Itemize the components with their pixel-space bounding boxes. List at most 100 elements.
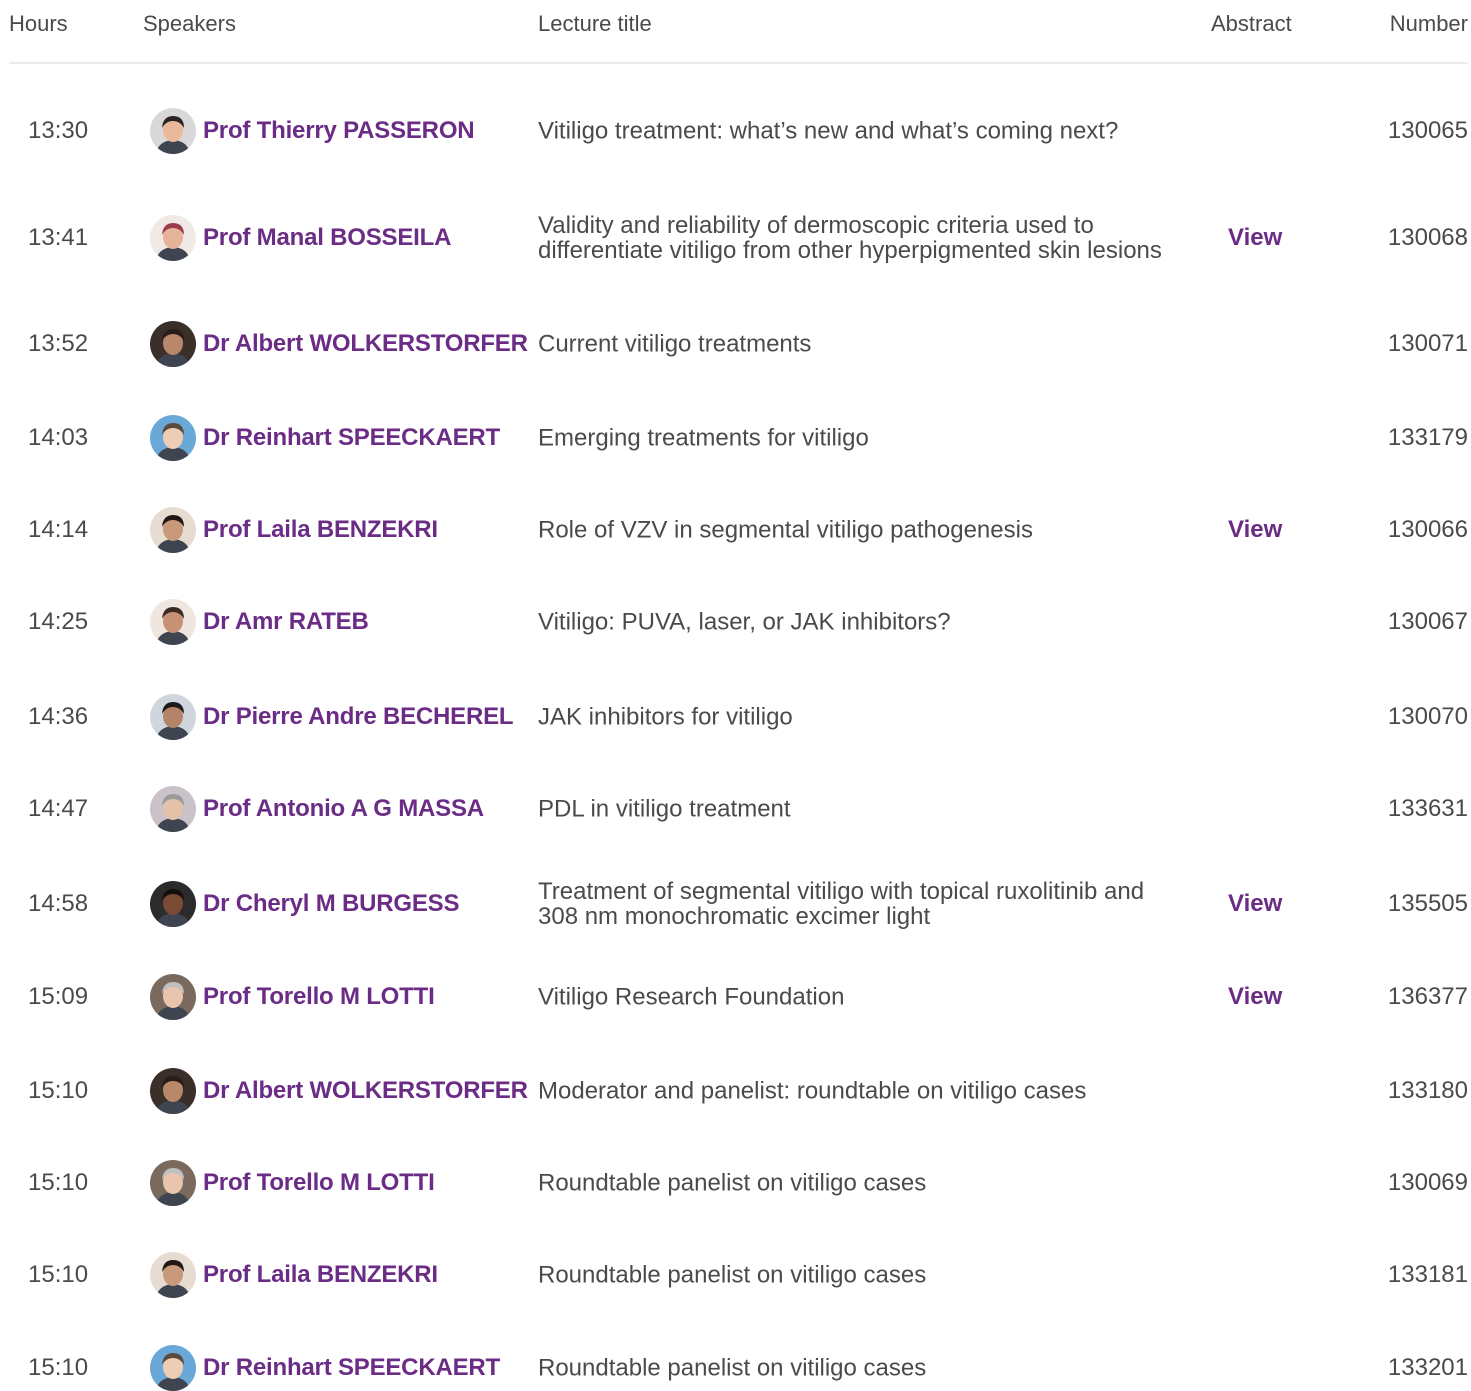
row-number: 135505 (1387, 890, 1468, 917)
column-header-speakers: Speakers (143, 11, 236, 36)
speaker-name-link[interactable]: Dr Amr RATEB (203, 608, 369, 636)
row-speaker: Dr Pierre Andre BECHEREL (150, 694, 514, 740)
row-number: 130066 (1387, 516, 1468, 543)
row-number: 133181 (1387, 1261, 1468, 1288)
row-speaker: Prof Laila BENZEKRI (150, 507, 438, 553)
row-lecture-title: Roundtable panelist on vitiligo cases (538, 1169, 927, 1197)
row-hour: 14:47 (28, 795, 89, 822)
row-number: 133631 (1387, 795, 1468, 822)
abstract-view-link[interactable]: View (1228, 983, 1282, 1011)
column-header-hours: Hours (9, 11, 68, 36)
row-lecture-title: Vitiligo: PUVA, laser, or JAK inhibitors… (538, 608, 951, 636)
row-lecture-title: Roundtable panelist on vitiligo cases (538, 1261, 927, 1289)
row-number: 133179 (1387, 424, 1468, 451)
row-speaker: Dr Reinhart SPEECKAERT (150, 1345, 500, 1391)
speaker-name-link[interactable]: Dr Cheryl M BURGESS (203, 890, 459, 918)
row-hour: 15:09 (28, 983, 89, 1010)
row-speaker: Prof Laila BENZEKRI (150, 1252, 438, 1298)
row-hour: 14:36 (28, 703, 89, 730)
speaker-photo-icon[interactable] (150, 1252, 196, 1298)
speaker-photo-icon[interactable] (150, 786, 196, 832)
row-lecture-title: JAK inhibitors for vitiligo (538, 703, 793, 731)
row-hour: 15:10 (28, 1077, 89, 1104)
speaker-photo-icon[interactable] (150, 215, 196, 261)
row-hour: 14:14 (28, 516, 89, 543)
speaker-name-link[interactable]: Prof Laila BENZEKRI (203, 1261, 438, 1289)
row-hour: 14:58 (28, 890, 89, 917)
speaker-photo-icon[interactable] (150, 694, 196, 740)
speaker-photo-icon (150, 974, 196, 1020)
row-lecture-title: Treatment of segmental vitiligo with top… (538, 878, 1145, 930)
speaker-photo-icon[interactable] (150, 1068, 196, 1114)
table-header: Hours Speakers Lecture title Abstract Nu… (0, 0, 1471, 64)
row-hour: 15:10 (28, 1169, 89, 1196)
speaker-name-link[interactable]: Prof Torello M LOTTI (203, 1169, 435, 1197)
speaker-name-link[interactable]: Dr Albert WOLKERSTORFER (203, 1077, 528, 1105)
row-speaker: Dr Reinhart SPEECKAERT (150, 415, 500, 461)
speaker-photo-icon (150, 599, 196, 645)
row-lecture-title: Validity and reliability of dermoscopic … (538, 212, 1162, 264)
row-speaker: Prof Manal BOSSEILA (150, 215, 451, 261)
row-lecture-title: PDL in vitiligo treatment (538, 795, 791, 823)
row-number: 130071 (1387, 330, 1468, 357)
row-hour: 14:25 (28, 608, 89, 635)
speaker-photo-icon[interactable] (150, 974, 196, 1020)
speaker-photo-icon (150, 881, 196, 927)
row-speaker: Prof Torello M LOTTI (150, 974, 435, 1020)
row-lecture-title: Role of VZV in segmental vitiligo pathog… (538, 516, 1033, 544)
abstract-view-link[interactable]: View (1228, 516, 1282, 544)
row-number: 130070 (1387, 703, 1468, 730)
speaker-photo-icon[interactable] (150, 599, 196, 645)
speaker-photo-icon[interactable] (150, 1160, 196, 1206)
speaker-photo-icon (150, 786, 196, 832)
abstract-view-link[interactable]: View (1228, 890, 1282, 918)
row-lecture-title: Roundtable panelist on vitiligo cases (538, 1354, 927, 1382)
program-table: Hours Speakers Lecture title Abstract Nu… (0, 0, 1471, 1391)
row-number: 136377 (1387, 983, 1468, 1010)
speaker-name-link[interactable]: Prof Thierry PASSERON (203, 117, 475, 145)
speaker-name-link[interactable]: Dr Reinhart SPEECKAERT (203, 1354, 500, 1382)
column-header-number: Number (1389, 11, 1468, 36)
speaker-name-link[interactable]: Prof Torello M LOTTI (203, 983, 435, 1011)
speaker-name-link[interactable]: Dr Reinhart SPEECKAERT (203, 424, 500, 452)
row-lecture-title: Vitiligo treatment: what’s new and what’… (538, 117, 1119, 145)
row-lecture-title: Emerging treatments for vitiligo (538, 424, 869, 452)
speaker-name-link[interactable]: Prof Laila BENZEKRI (203, 516, 438, 544)
speaker-photo-icon[interactable] (150, 1345, 196, 1391)
speaker-photo-icon (150, 1345, 196, 1391)
speaker-photo-icon (150, 507, 196, 553)
speaker-photo-icon (150, 215, 196, 261)
row-number: 130065 (1387, 117, 1468, 144)
row-number: 130069 (1387, 1169, 1468, 1196)
speaker-name-link[interactable]: Prof Antonio A G MASSA (203, 795, 484, 823)
speaker-photo-icon (150, 108, 196, 154)
row-speaker: Dr Albert WOLKERSTORFER (150, 321, 528, 367)
speaker-photo-icon (150, 694, 196, 740)
row-speaker: Prof Thierry PASSERON (150, 108, 475, 154)
speaker-photo-icon[interactable] (150, 415, 196, 461)
row-speaker: Prof Torello M LOTTI (150, 1160, 435, 1206)
row-lecture-title: Moderator and panelist: roundtable on vi… (538, 1077, 1087, 1105)
row-number: 133201 (1387, 1354, 1468, 1381)
row-lecture-title: Current vitiligo treatments (538, 330, 812, 358)
speaker-name-link[interactable]: Dr Albert WOLKERSTORFER (203, 330, 528, 358)
speaker-photo-icon[interactable] (150, 321, 196, 367)
row-hour: 13:41 (28, 224, 89, 251)
speaker-photo-icon[interactable] (150, 507, 196, 553)
speaker-name-link[interactable]: Prof Manal BOSSEILA (203, 224, 451, 252)
speaker-photo-icon[interactable] (150, 881, 196, 927)
speaker-photo-icon[interactable] (150, 108, 196, 154)
abstract-view-link[interactable]: View (1228, 224, 1282, 252)
row-speaker: Dr Cheryl M BURGESS (150, 881, 459, 927)
row-speaker: Dr Albert WOLKERSTORFER (150, 1068, 528, 1114)
speaker-photo-icon (150, 1252, 196, 1298)
speaker-photo-icon (150, 1160, 196, 1206)
speaker-name-link[interactable]: Dr Pierre Andre BECHEREL (203, 703, 514, 731)
column-header-abstract: Abstract (1211, 11, 1292, 36)
row-hour: 15:10 (28, 1261, 89, 1288)
row-speaker: Dr Amr RATEB (150, 599, 369, 645)
row-lecture-title: Vitiligo Research Foundation (538, 983, 845, 1011)
row-hour: 13:52 (28, 330, 89, 357)
row-number: 130068 (1387, 224, 1468, 251)
row-hour: 15:10 (28, 1354, 89, 1381)
